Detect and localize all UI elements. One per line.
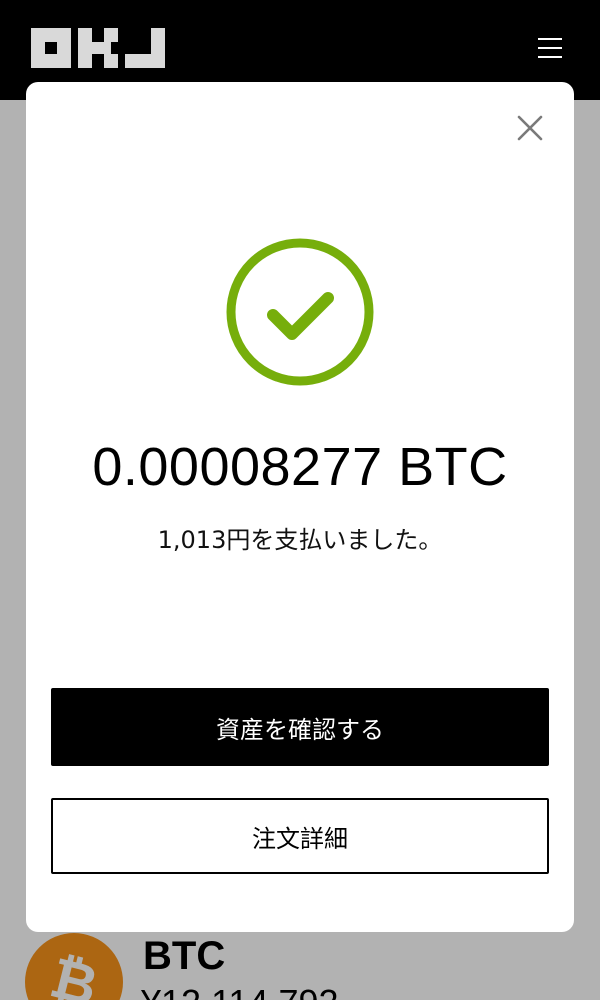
hamburger-menu-icon[interactable] [536,36,564,60]
order-details-button[interactable]: 注文詳細 [51,798,549,874]
okj-logo[interactable] [31,28,165,68]
payment-success-modal: 0.00008277 BTC 1,013円を支払いました。 資産を確認する 注文… [26,82,574,932]
paid-crypto-amount: 0.00008277 BTC [92,437,508,497]
check-circle-icon [225,237,375,387]
payment-message: 1,013円を支払いました。 [157,526,443,554]
close-icon[interactable] [514,112,546,144]
check-assets-button[interactable]: 資産を確認する [51,688,549,766]
